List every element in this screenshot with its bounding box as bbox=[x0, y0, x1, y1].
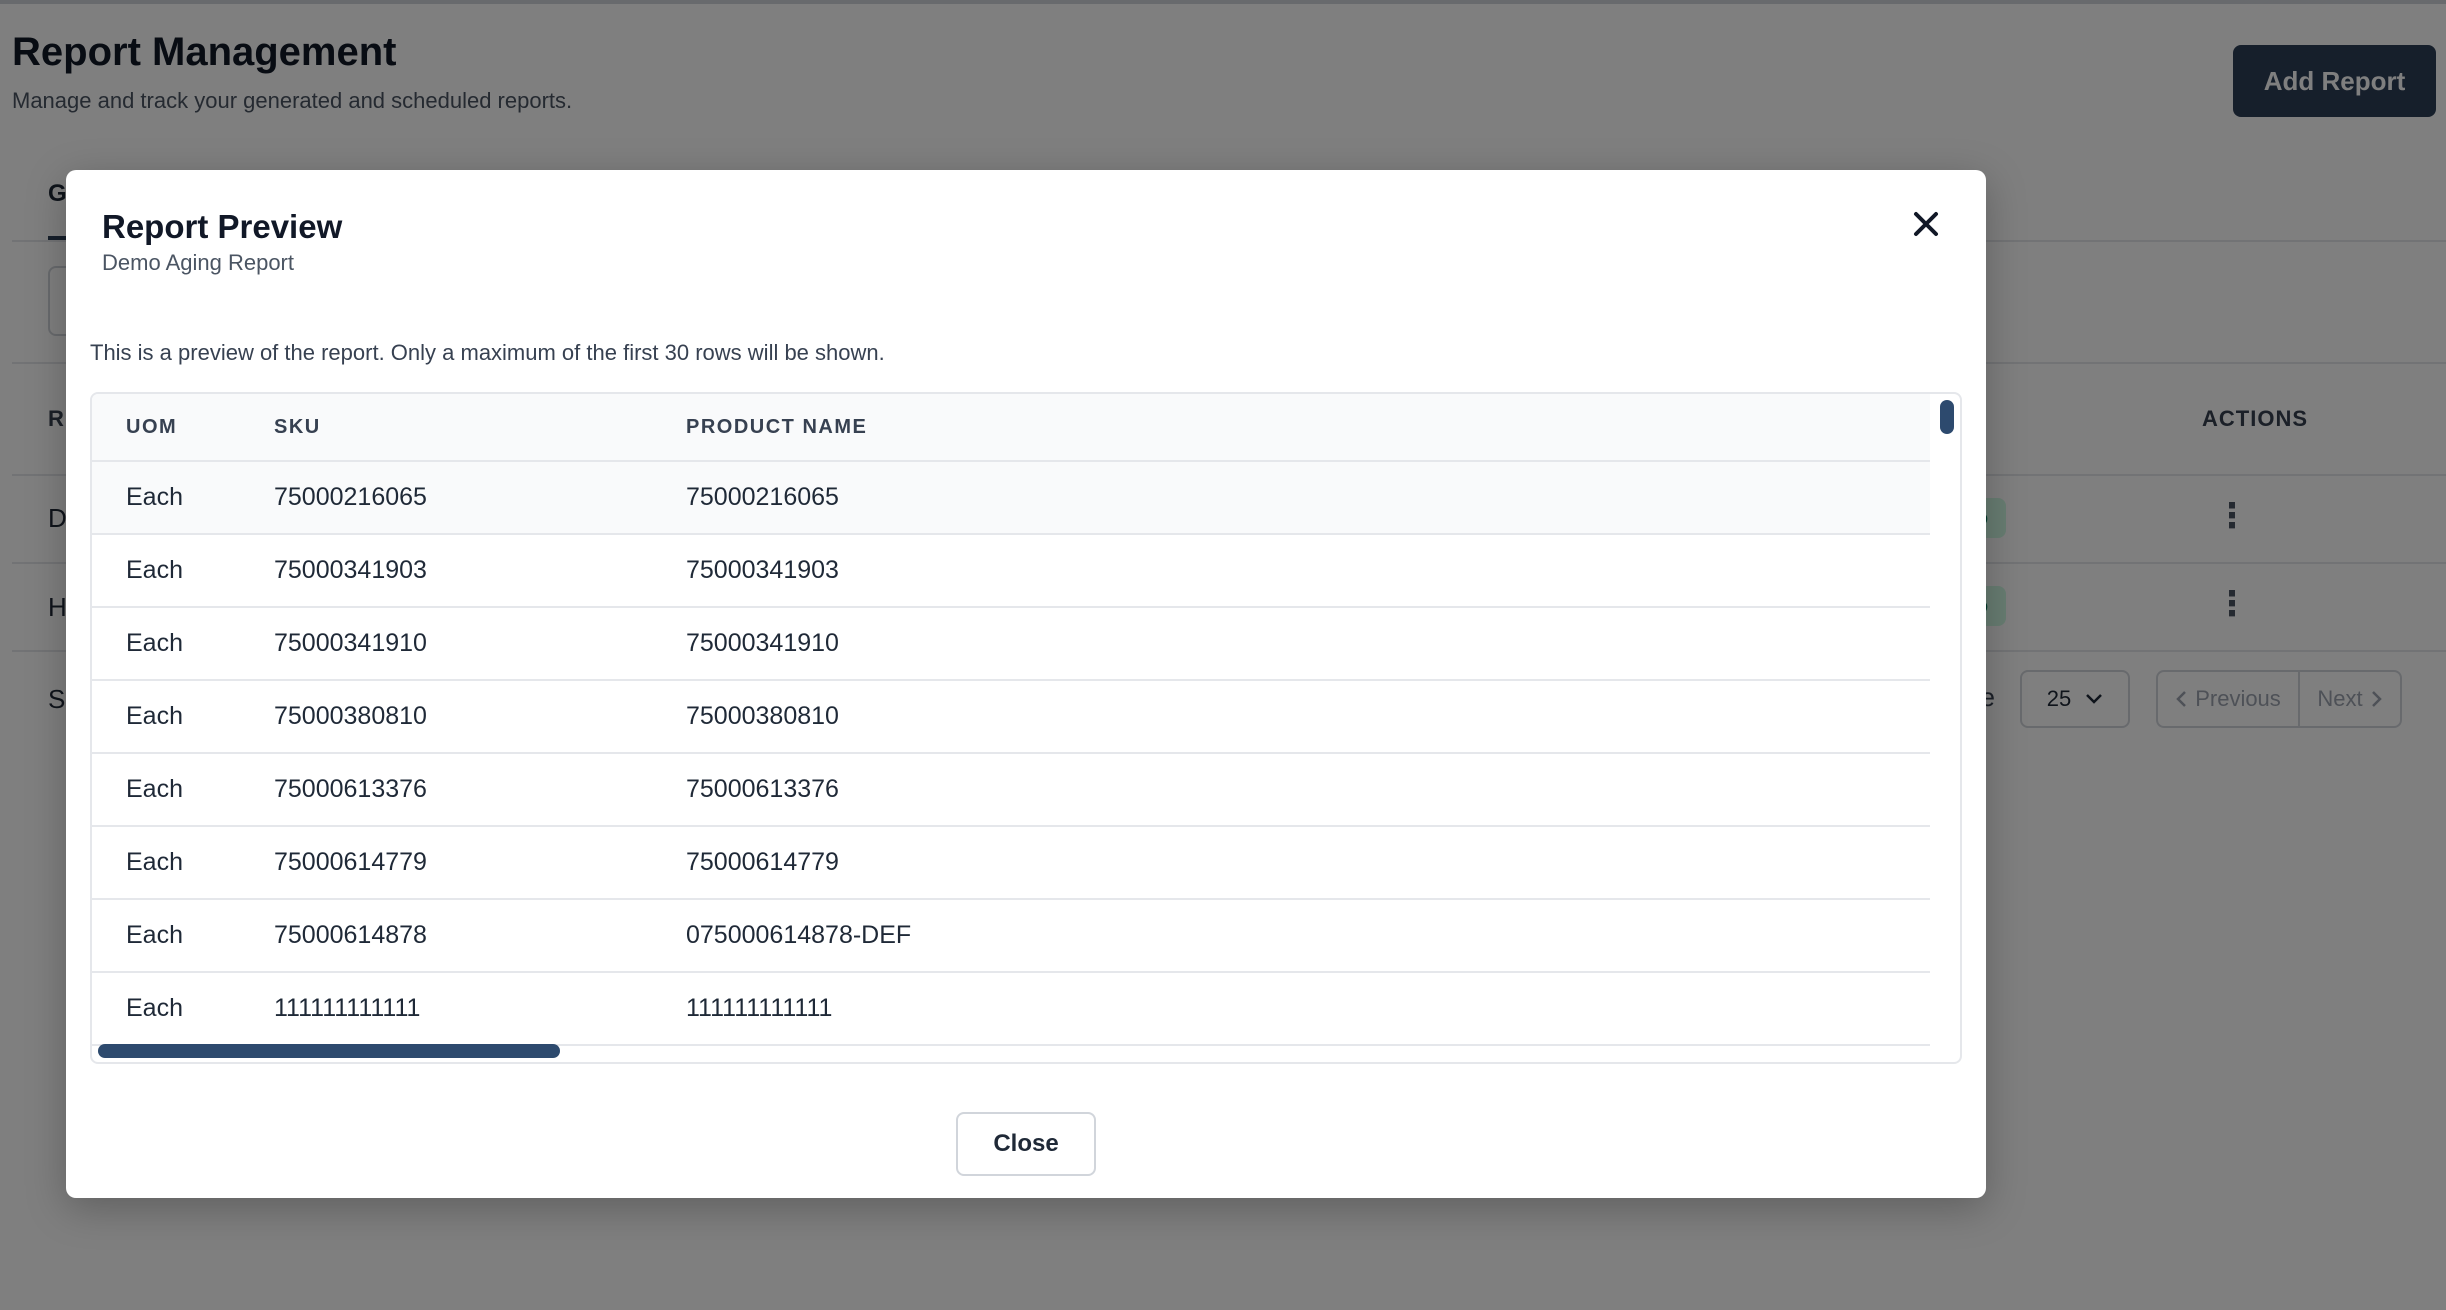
column-header-product-name: PRODUCT NAME bbox=[686, 415, 868, 438]
table-row: Each 75000341903 75000341903 bbox=[92, 535, 1930, 608]
preview-info-text: This is a preview of the report. Only a … bbox=[90, 340, 885, 365]
preview-table-container[interactable]: UOM SKU PRODUCT NAME Each 75000216065 75… bbox=[90, 392, 1962, 1064]
cell-uom: Each bbox=[126, 994, 183, 1022]
vertical-scrollbar[interactable] bbox=[1940, 400, 1954, 434]
table-row: Each 111111111111 111111111111 bbox=[92, 973, 1930, 1046]
cell-sku: 75000613376 bbox=[274, 775, 427, 803]
preview-table: UOM SKU PRODUCT NAME Each 75000216065 75… bbox=[92, 394, 1930, 1046]
cell-product-name: 75000216065 bbox=[686, 483, 839, 511]
table-row: Each 75000216065 75000216065 bbox=[92, 462, 1930, 535]
cell-product-name: 75000614779 bbox=[686, 848, 839, 876]
cell-sku: 75000380810 bbox=[274, 702, 427, 730]
table-row: Each 75000380810 75000380810 bbox=[92, 681, 1930, 754]
cell-product-name: 111111111111 bbox=[686, 994, 833, 1022]
cell-sku: 111111111111 bbox=[274, 994, 421, 1022]
cell-uom: Each bbox=[126, 483, 183, 511]
cell-sku: 75000614779 bbox=[274, 848, 427, 876]
table-row: Each 75000341910 75000341910 bbox=[92, 608, 1930, 681]
modal-subtitle: Demo Aging Report bbox=[102, 250, 294, 275]
horizontal-scrollbar[interactable] bbox=[98, 1044, 560, 1058]
cell-uom: Each bbox=[126, 702, 183, 730]
cell-product-name: 75000380810 bbox=[686, 702, 839, 730]
close-button[interactable]: Close bbox=[956, 1112, 1096, 1176]
cell-product-name: 075000614878-DEF bbox=[686, 921, 912, 949]
column-header-sku: SKU bbox=[274, 415, 321, 438]
report-preview-modal: Report Preview Demo Aging Report This is… bbox=[66, 170, 1986, 1198]
table-row: Each 75000613376 75000613376 bbox=[92, 754, 1930, 827]
cell-product-name: 75000341910 bbox=[686, 629, 839, 657]
cell-sku: 75000341910 bbox=[274, 629, 427, 657]
cell-uom: Each bbox=[126, 921, 183, 949]
table-row: Each 75000614779 75000614779 bbox=[92, 827, 1930, 900]
cell-product-name: 75000613376 bbox=[686, 775, 839, 803]
cell-sku: 75000341903 bbox=[274, 556, 427, 584]
cell-uom: Each bbox=[126, 775, 183, 803]
modal-title: Report Preview bbox=[102, 208, 343, 245]
table-row: Each 75000614878 075000614878-DEF bbox=[92, 900, 1930, 973]
table-header-row: UOM SKU PRODUCT NAME bbox=[92, 394, 1930, 462]
cell-product-name: 75000341903 bbox=[686, 556, 839, 584]
cell-uom: Each bbox=[126, 556, 183, 584]
column-header-uom: UOM bbox=[126, 415, 178, 438]
cell-uom: Each bbox=[126, 629, 183, 657]
cell-uom: Each bbox=[126, 848, 183, 876]
cell-sku: 75000216065 bbox=[274, 483, 427, 511]
page-root: Report Management Manage and track your … bbox=[0, 0, 2446, 1310]
close-icon[interactable] bbox=[1906, 204, 1946, 244]
cell-sku: 75000614878 bbox=[274, 921, 427, 949]
